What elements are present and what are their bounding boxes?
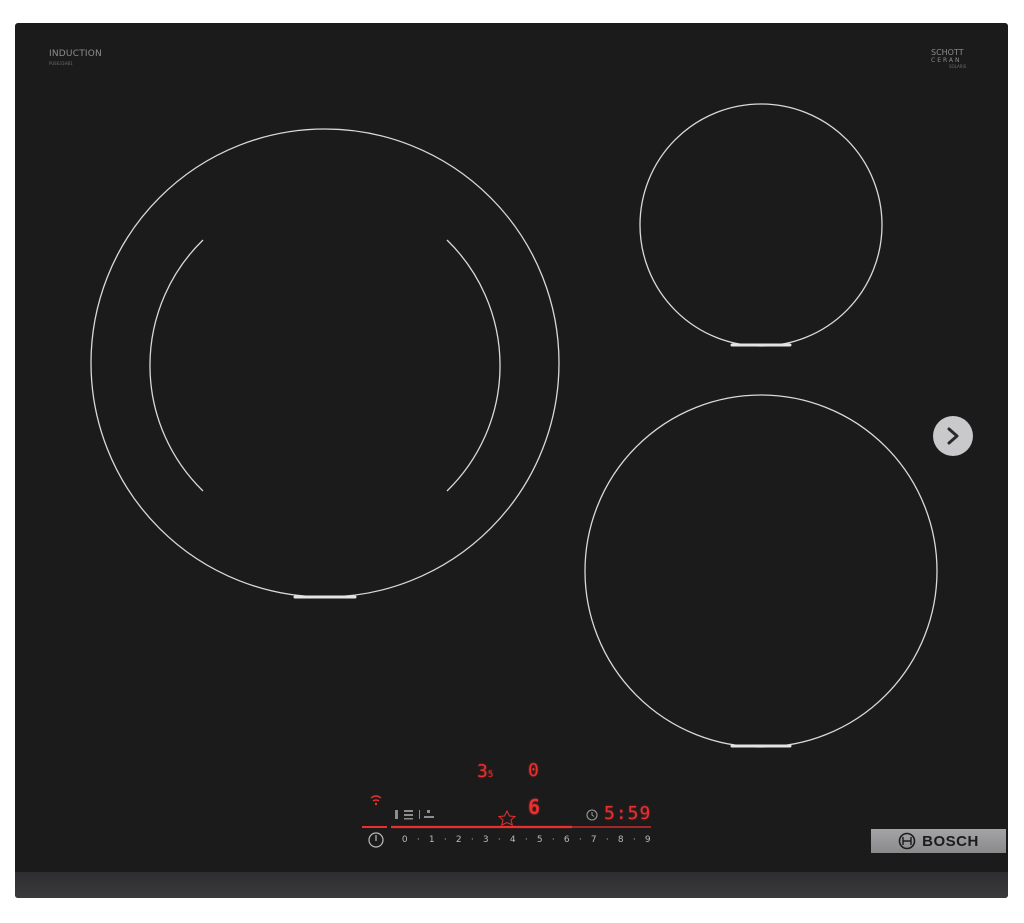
zone-large-inner-arc-right: [446, 239, 501, 492]
zone-level-display-right: 0: [528, 760, 539, 781]
cooktop-glass: INDUCTION PUE631HB1 SCHOTT CERAN SOLARIS: [15, 23, 1008, 898]
scale-step-5[interactable]: 5: [533, 835, 547, 845]
scale-step-0[interactable]: 0: [398, 835, 412, 845]
clock-icon[interactable]: [586, 809, 598, 821]
scale-dot: ·: [416, 835, 420, 845]
scale-dot: ·: [497, 835, 501, 845]
bosch-brand-text: BOSCH: [922, 832, 979, 850]
zone-level-display-left: 35: [477, 761, 493, 782]
star-icon[interactable]: [497, 809, 517, 826]
scale-dot: ·: [524, 835, 528, 845]
power-level-scale[interactable]: 0 · 1 · 2 · 3 · 4 · 5 · 6 · 7 · 8 · 9: [398, 835, 655, 845]
zone-large-left[interactable]: [90, 128, 560, 599]
scale-step-9[interactable]: 9: [641, 835, 655, 845]
timer-display: 5:59: [604, 803, 652, 824]
scale-step-1[interactable]: 1: [425, 835, 439, 845]
bosch-logo-icon: [898, 832, 916, 850]
scale-dot: ·: [443, 835, 447, 845]
scale-step-6[interactable]: 6: [560, 835, 574, 845]
scale-step-2[interactable]: 2: [452, 835, 466, 845]
zone-medium-ring: [584, 394, 938, 748]
wifi-icon[interactable]: [370, 795, 382, 806]
scale-step-3[interactable]: 3: [479, 835, 493, 845]
scale-dot: ·: [578, 835, 582, 845]
function-icons[interactable]: [395, 810, 434, 820]
zone-medium-bottom-right[interactable]: [584, 394, 938, 748]
cooktop-frame-edge: [15, 872, 1008, 898]
scale-step-4[interactable]: 4: [506, 835, 520, 845]
zone-level-left-value: 3: [477, 761, 488, 782]
zone-small-ring: [639, 103, 883, 347]
scale-step-8[interactable]: 8: [614, 835, 628, 845]
chevron-right-icon: [947, 427, 959, 445]
bosch-nameplate: BOSCH: [871, 829, 1006, 853]
zone-level-left-subvalue: 5: [487, 770, 494, 780]
power-icon[interactable]: [368, 832, 384, 848]
next-image-button[interactable]: [933, 416, 973, 456]
boost-level-display: 6: [528, 795, 541, 819]
scale-dot: ·: [470, 835, 474, 845]
zone-large-outer-ring: [90, 128, 560, 598]
zone-large-inner-arc-left: [149, 239, 204, 492]
zone-small-top-right[interactable]: [639, 103, 883, 347]
cooking-zones: [90, 103, 938, 848]
scale-step-7[interactable]: 7: [587, 835, 601, 845]
scale-dot: ·: [551, 835, 555, 845]
scale-dot: ·: [605, 835, 609, 845]
scale-dot: ·: [632, 835, 636, 845]
